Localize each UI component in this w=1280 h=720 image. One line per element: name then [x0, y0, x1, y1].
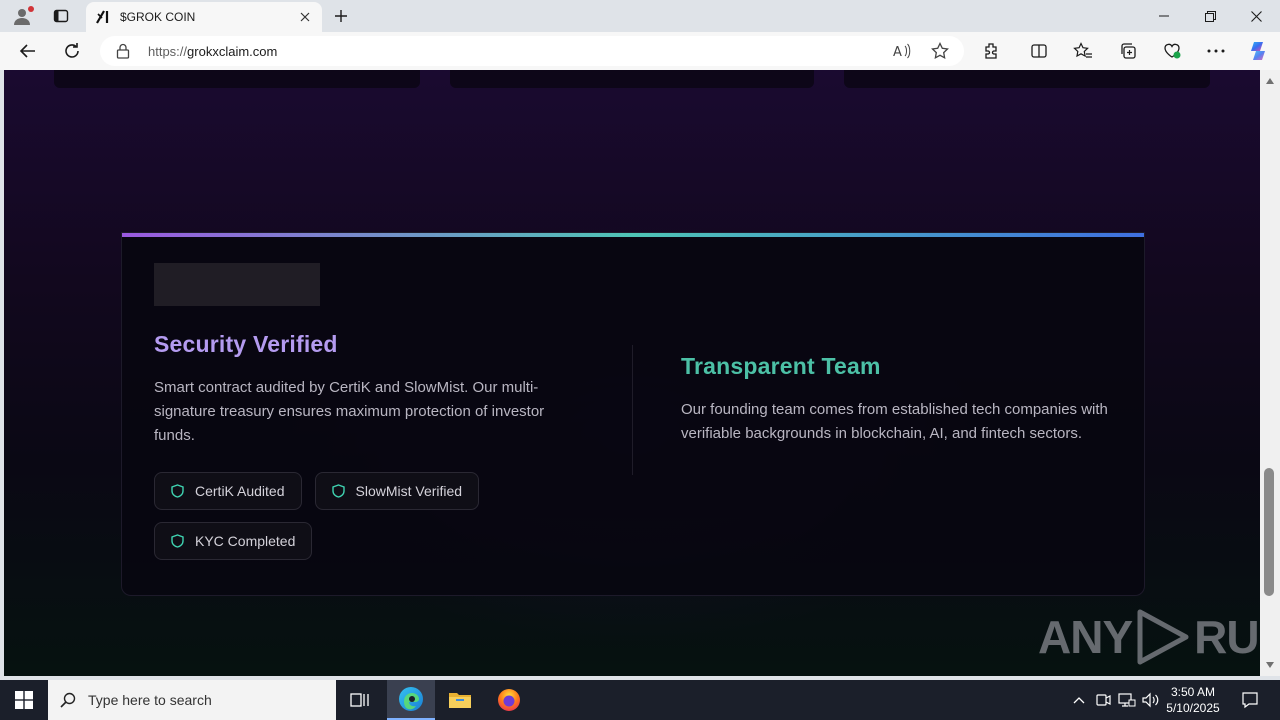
- shield-icon: [331, 484, 346, 498]
- team-title: Transparent Team: [681, 353, 881, 379]
- window-close-icon[interactable]: [1233, 0, 1279, 32]
- page-viewport: Security Verified Smart contract audited…: [4, 70, 1260, 676]
- meet-now-icon[interactable]: [1092, 680, 1114, 720]
- browser-essentials-icon[interactable]: [1158, 37, 1186, 65]
- security-badges: CertiK Audited SlowMist Verified KYC Com…: [154, 472, 534, 560]
- top-card-3: [844, 70, 1210, 88]
- url-text[interactable]: https://grokxclaim.com: [148, 44, 888, 59]
- security-description: Smart contract audited by CertiK and Slo…: [154, 379, 545, 444]
- profile-icon[interactable]: [8, 4, 36, 28]
- tab-actions-icon[interactable]: [48, 4, 74, 28]
- firefox-icon[interactable]: [485, 680, 533, 720]
- new-tab-icon[interactable]: [328, 4, 354, 28]
- tab-title: $GROK COIN: [120, 10, 196, 24]
- team-section: Transparent Team Our founding team comes…: [681, 353, 1111, 446]
- browser-tab-bar: $GROK COIN: [0, 0, 1280, 32]
- favorite-star-icon[interactable]: [926, 37, 954, 65]
- grok-favicon: [94, 8, 112, 26]
- extensions-icon[interactable]: [977, 37, 1005, 65]
- clock-date: 5/10/2025: [1166, 701, 1220, 715]
- watermark-right: RUN: [1194, 611, 1260, 663]
- security-section: Security Verified Smart contract audited…: [154, 331, 574, 560]
- taskbar-clock[interactable]: 3:50 AM 5/10/2025: [1160, 684, 1226, 716]
- lock-icon[interactable]: [116, 43, 132, 59]
- shield-icon: [171, 534, 185, 548]
- chevron-up-icon[interactable]: [1068, 680, 1090, 720]
- security-title: Security Verified: [154, 331, 338, 357]
- column-divider: [632, 345, 633, 475]
- scroll-down-icon[interactable]: [1265, 660, 1275, 670]
- anyrun-watermark: ANY RUN: [1038, 608, 1260, 666]
- restore-icon[interactable]: [1187, 0, 1233, 32]
- notification-icon[interactable]: [1232, 680, 1268, 720]
- badge-label: KYC Completed: [195, 533, 296, 549]
- badge-label: CertiK Audited: [195, 483, 285, 499]
- clock-time: 3:50 AM: [1170, 685, 1216, 699]
- url-prefix: https://: [148, 43, 188, 59]
- task-view-icon[interactable]: [336, 680, 384, 720]
- read-aloud-icon[interactable]: A: [888, 37, 916, 65]
- shield-icon: [171, 484, 185, 498]
- search-placeholder: Type here to search: [88, 692, 212, 708]
- top-card-1: [54, 70, 420, 88]
- search-icon: [60, 691, 78, 709]
- more-icon[interactable]: [1202, 37, 1230, 65]
- badge-slowmist-verified[interactable]: SlowMist Verified: [314, 472, 480, 510]
- taskbar-search-box[interactable]: Type here to search: [48, 680, 336, 720]
- windows-taskbar: Type here to search 3:50 AM 5/10/2025: [0, 680, 1280, 720]
- tab-grok-coin[interactable]: $GROK COIN: [86, 2, 322, 32]
- badge-kyc-completed[interactable]: KYC Completed: [154, 522, 313, 560]
- badge-certik-audited[interactable]: CertiK Audited: [154, 472, 302, 510]
- edge-icon[interactable]: [387, 680, 435, 720]
- profile-notification-dot: [28, 6, 34, 12]
- back-icon[interactable]: [14, 37, 42, 65]
- minimize-icon[interactable]: [1141, 0, 1187, 32]
- gradient-accent-line: [122, 233, 1144, 237]
- close-icon[interactable]: [296, 8, 314, 26]
- watermark-left: ANY: [1038, 611, 1133, 663]
- collections-icon[interactable]: [1114, 37, 1142, 65]
- page-scrollbar[interactable]: [1260, 70, 1280, 676]
- address-bar[interactable]: https://grokxclaim.com A: [100, 36, 964, 66]
- trust-panel: Security Verified Smart contract audited…: [121, 232, 1145, 596]
- copilot-icon[interactable]: [1244, 37, 1272, 65]
- network-icon[interactable]: [1116, 680, 1138, 720]
- svg-text:A: A: [893, 45, 902, 59]
- badge-label: SlowMist Verified: [355, 483, 463, 499]
- browser-toolbar: https://grokxclaim.com A: [0, 32, 1280, 70]
- top-card-2: [450, 70, 814, 88]
- file-explorer-icon[interactable]: [436, 680, 484, 720]
- windows-start-icon[interactable]: [0, 680, 48, 720]
- favorites-icon[interactable]: [1069, 37, 1097, 65]
- url-host: grokxclaim.com: [187, 43, 278, 59]
- split-screen-icon[interactable]: [1025, 37, 1053, 65]
- refresh-icon[interactable]: [58, 37, 86, 65]
- team-description: Our founding team comes from established…: [681, 401, 1108, 442]
- watermark-play-icon: [1137, 609, 1189, 665]
- volume-icon[interactable]: [1140, 680, 1162, 720]
- audit-logo-placeholder: [154, 263, 320, 306]
- scroll-up-icon[interactable]: [1265, 76, 1275, 86]
- scrollbar-thumb[interactable]: [1264, 468, 1274, 596]
